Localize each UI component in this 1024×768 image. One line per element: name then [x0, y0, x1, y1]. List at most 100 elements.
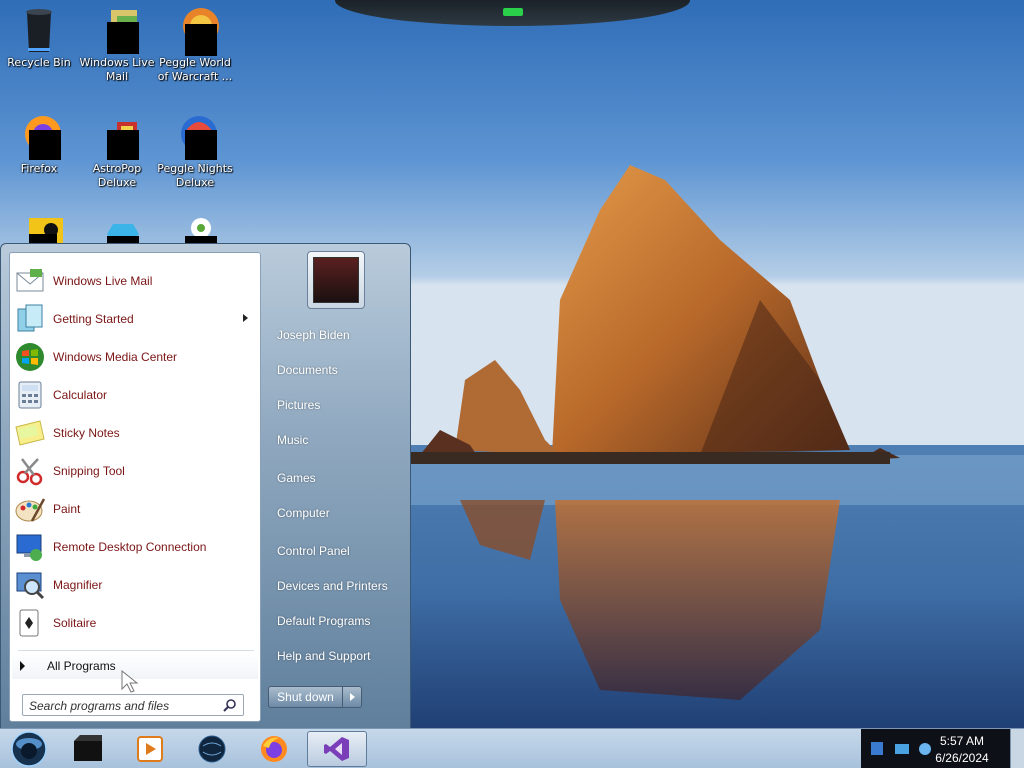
calculator-icon: [18, 381, 42, 409]
snipping-tool-icon: [16, 458, 43, 486]
desktop-icon-label: Peggle World of Warcraft ...: [157, 56, 233, 83]
black-app-icon: [74, 735, 102, 761]
right-link-control-panel[interactable]: Control Panel: [267, 536, 405, 566]
taskbar-pinned-media-player[interactable]: [122, 731, 178, 767]
program-paint[interactable]: Paint: [12, 491, 258, 527]
firefox-icon: [15, 112, 63, 160]
peggle-nights-icon: [171, 112, 219, 160]
program-magnifier[interactable]: Magnifier: [12, 567, 258, 603]
program-calculator[interactable]: Calculator: [12, 377, 258, 413]
program-windows-live-mail[interactable]: Windows Live Mail: [12, 263, 258, 299]
taskbar-pinned-app[interactable]: [60, 731, 116, 767]
taskbar-pinned-globe[interactable]: [184, 731, 240, 767]
redacted-block: [185, 24, 217, 56]
media-center-icon: [16, 343, 44, 371]
start-search-box[interactable]: [22, 694, 244, 716]
clock-time[interactable]: 5:57 AM: [922, 734, 1002, 748]
right-link-computer[interactable]: Computer: [267, 498, 405, 528]
globe-icon: [198, 735, 226, 763]
recycle-bin-icon: [15, 6, 63, 54]
taskbar-pinned-visual-studio[interactable]: [307, 731, 367, 767]
search-icon[interactable]: [223, 698, 237, 712]
sticky-notes-icon: [15, 420, 45, 446]
visual-studio-icon: [324, 737, 349, 761]
right-link-default-programs[interactable]: Default Programs: [267, 606, 405, 636]
right-link-games[interactable]: Games: [267, 463, 405, 493]
taskbar: 5:57 AM 6/26/2024: [0, 728, 1024, 768]
firefox-icon: [261, 736, 287, 762]
redacted-block: [107, 22, 139, 54]
shutdown-label: Shut down: [269, 687, 343, 707]
program-label: Windows Live Mail: [53, 274, 153, 288]
mail-icon: [16, 269, 44, 292]
search-input[interactable]: [29, 696, 219, 716]
desktop-icon-windows-live-mail[interactable]: Windows Live Mail: [78, 2, 156, 84]
mouse-cursor-icon: [121, 670, 139, 693]
notch-indicator-light: [503, 8, 523, 16]
media-player-icon: [137, 736, 163, 762]
program-windows-media-center[interactable]: Windows Media Center: [12, 339, 258, 375]
redacted-block: [185, 130, 217, 160]
desktop-icon-peggle-warcraft[interactable]: Peggle World of Warcraft ...: [156, 2, 234, 84]
right-link-pictures[interactable]: Pictures: [267, 390, 405, 420]
program-snipping-tool[interactable]: Snipping Tool: [12, 453, 258, 489]
program-label: Remote Desktop Connection: [53, 540, 207, 554]
desktop-icon-label: AstroPop Deluxe: [92, 162, 142, 189]
magnifier-icon: [16, 572, 45, 600]
remote-desktop-icon: [16, 534, 42, 561]
desktop-icon-label: Windows Live Mail: [79, 56, 155, 83]
program-label: Windows Media Center: [53, 350, 178, 364]
taskbar-pinned-firefox[interactable]: [246, 731, 302, 767]
program-label: Sticky Notes: [53, 426, 120, 440]
getting-started-icon: [17, 304, 43, 332]
clock-date[interactable]: 6/26/2024: [922, 751, 1002, 765]
gem-icon: [93, 214, 141, 244]
right-link-user[interactable]: Joseph Biden: [267, 320, 405, 350]
redacted-block: [107, 130, 139, 160]
start-menu-programs-pane: Windows Live Mail Getting Started Window…: [9, 252, 261, 722]
program-remote-desktop-connection[interactable]: Remote Desktop Connection: [12, 529, 258, 565]
desktop-icon-label: Firefox: [20, 162, 58, 175]
program-getting-started[interactable]: Getting Started: [12, 301, 258, 337]
programs-separator: [18, 650, 254, 651]
shutdown-button[interactable]: Shut down: [268, 686, 362, 708]
program-label: Snipping Tool: [53, 464, 125, 478]
flower-icon: [171, 214, 219, 244]
shutdown-options-arrow-icon[interactable]: [343, 687, 361, 707]
program-label: Solitaire: [53, 616, 97, 630]
desktop-icon-label: Peggle Nights Deluxe: [157, 162, 233, 189]
avatar: [313, 257, 359, 303]
program-label: Calculator: [53, 388, 108, 402]
desktop-icon-firefox[interactable]: Firefox: [0, 108, 78, 176]
all-programs-arrow-icon: [20, 661, 25, 671]
right-link-help-support[interactable]: Help and Support: [267, 641, 405, 671]
desktop-icon-partial[interactable]: [0, 210, 78, 244]
show-desktop-button[interactable]: [1010, 729, 1024, 768]
desktop-icon-label: Recycle Bin: [7, 56, 71, 69]
start-menu: Windows Live Mail Getting Started Window…: [0, 243, 411, 729]
desktop-icon-partial[interactable]: [78, 210, 156, 244]
astropop-icon: [93, 112, 141, 160]
submenu-arrow-icon: [243, 314, 248, 322]
program-label: Magnifier: [53, 578, 103, 592]
peggle-warcraft-icon: [171, 6, 219, 56]
program-solitaire[interactable]: Solitaire: [12, 605, 258, 641]
desktop-icon-peggle-nights[interactable]: Peggle Nights Deluxe: [156, 108, 234, 190]
right-link-devices-printers[interactable]: Devices and Printers: [267, 571, 405, 601]
start-orb-button[interactable]: [4, 730, 50, 768]
program-sticky-notes[interactable]: Sticky Notes: [12, 415, 258, 451]
right-link-documents[interactable]: Documents: [267, 355, 405, 385]
action-center-icon: [871, 742, 883, 755]
windows-live-mail-icon: [93, 6, 141, 54]
desktop-icon-recycle-bin[interactable]: Recycle Bin: [0, 2, 78, 70]
paint-icon: [15, 498, 46, 522]
system-tray: 5:57 AM 6/26/2024: [861, 729, 1024, 768]
program-label: Paint: [53, 502, 81, 516]
yellow-app-icon: [15, 214, 63, 244]
right-link-music[interactable]: Music: [267, 425, 405, 455]
program-label: Getting Started: [53, 312, 134, 326]
user-account-picture[interactable]: [307, 251, 365, 309]
network-icon: [895, 744, 909, 754]
desktop-icon-partial[interactable]: [156, 210, 234, 244]
desktop-icon-astropop[interactable]: AstroPop Deluxe: [78, 108, 156, 190]
